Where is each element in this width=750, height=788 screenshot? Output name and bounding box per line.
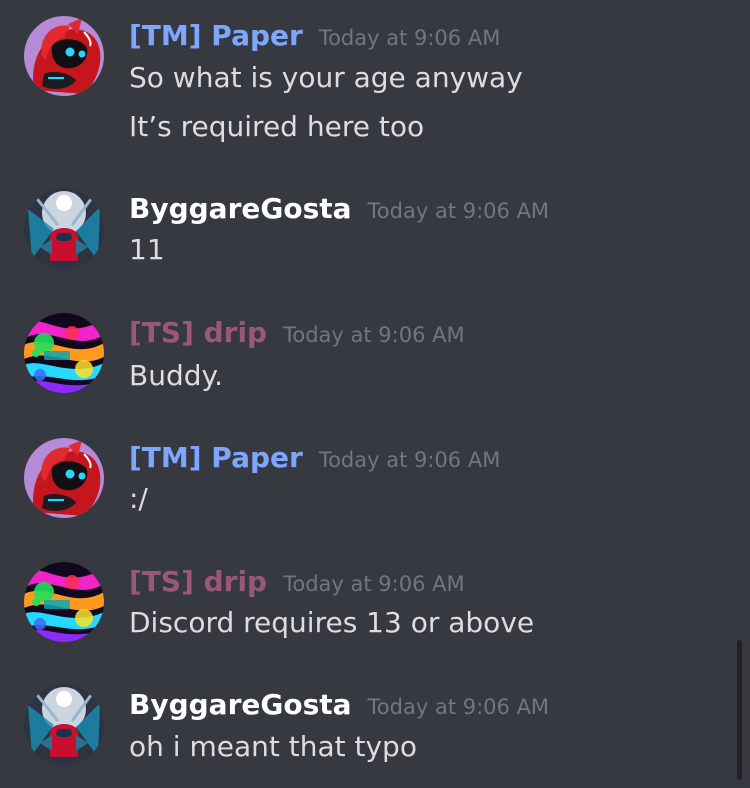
timestamp: Today at 9:06 AM xyxy=(367,695,550,719)
timestamp: Today at 9:06 AM xyxy=(283,572,465,596)
timestamp: Today at 9:06 AM xyxy=(318,26,501,50)
message-header: [TM] Paper Today at 9:06 AM xyxy=(129,438,500,478)
among-us-avatar-icon[interactable] xyxy=(24,189,104,269)
timestamp: Today at 9:06 AM xyxy=(367,199,550,223)
red-protogen-avatar-icon[interactable] xyxy=(24,438,104,518)
message-text: 11 xyxy=(129,233,165,266)
chat-messages: [TM] Paper Today at 9:06 AM So what is yo… xyxy=(0,0,750,788)
message-header: [TS] drip Today at 9:06 AM xyxy=(129,313,465,353)
message-header: [TS] drip Today at 9:06 AM xyxy=(129,562,465,602)
message-group: [TS] drip Today at 9:06 AM Buddy. xyxy=(0,313,730,403)
message-text: So what is your age anyway xyxy=(129,61,523,94)
username[interactable]: [TM] Paper xyxy=(129,19,303,52)
message-text: oh i meant that typo xyxy=(129,730,417,763)
username[interactable]: [TM] Paper xyxy=(129,441,303,474)
message-text: It’s required here too xyxy=(129,110,425,143)
username[interactable]: [TS] drip xyxy=(129,316,267,349)
neon-swirl-avatar-icon[interactable] xyxy=(24,313,104,393)
red-protogen-avatar-icon[interactable] xyxy=(24,16,104,96)
message-group: [TM] Paper Today at 9:06 AM :/ xyxy=(0,438,730,528)
message-group: ByggareGosta Today at 9:06 AM oh i meant … xyxy=(0,685,730,775)
neon-swirl-avatar-icon[interactable] xyxy=(24,562,104,642)
username[interactable]: ByggareGosta xyxy=(129,688,352,721)
message-header: ByggareGosta Today at 9:06 AM xyxy=(129,189,549,229)
username[interactable]: [TS] drip xyxy=(129,565,267,598)
among-us-avatar-icon[interactable] xyxy=(24,685,104,765)
message-header: [TM] Paper Today at 9:06 AM xyxy=(129,16,500,56)
timestamp: Today at 9:06 AM xyxy=(283,323,465,347)
message-text: Discord requires 13 or above xyxy=(129,606,535,639)
message-header: ByggareGosta Today at 9:06 AM xyxy=(129,685,549,725)
scrollbar[interactable] xyxy=(737,640,742,780)
message-group: ByggareGosta Today at 9:06 AM 11 xyxy=(0,189,730,279)
message-text: :/ xyxy=(129,482,148,515)
message-text: Buddy. xyxy=(129,359,223,392)
username[interactable]: ByggareGosta xyxy=(129,192,352,225)
timestamp: Today at 9:06 AM xyxy=(318,448,501,472)
message-group: [TM] Paper Today at 9:06 AM So what is yo… xyxy=(0,16,730,156)
message-group: [TS] drip Today at 9:06 AM Discord requir… xyxy=(0,562,730,652)
